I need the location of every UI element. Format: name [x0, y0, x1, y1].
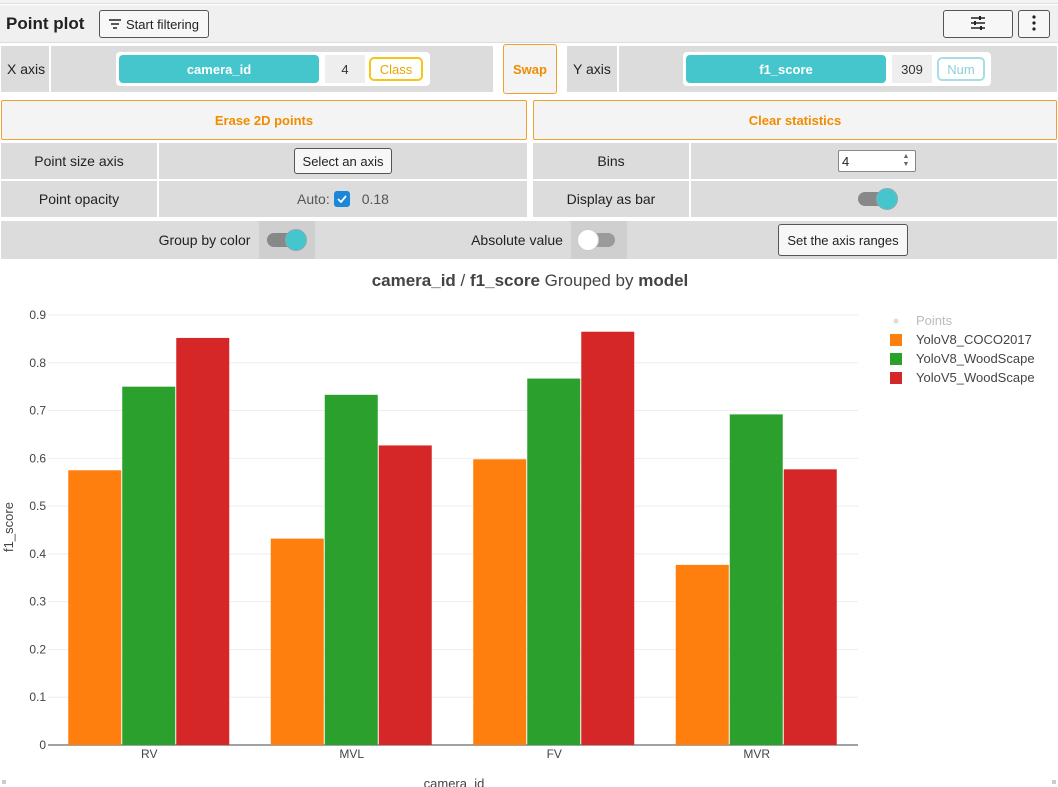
set-axis-ranges-button[interactable]: Set the axis ranges	[778, 224, 908, 256]
group-by-color-label: Group by color	[158, 232, 251, 248]
group-by-color-cell	[259, 221, 315, 259]
chart-title-x: camera_id	[372, 271, 456, 290]
y-tick-label: 0.5	[29, 499, 46, 513]
display-as-bar-label: Display as bar	[533, 181, 689, 217]
chart-title-grouped: Grouped by	[540, 271, 638, 290]
display-as-bar-cell	[691, 181, 1057, 217]
opacity-auto-label: Auto:	[297, 191, 330, 207]
bins-cell: 4 ▲ ▼	[691, 143, 1057, 179]
absolute-value-cell	[571, 221, 627, 259]
legend-item-label[interactable]: YoloV8_COCO2017	[916, 332, 1032, 347]
start-filtering-label: Start filtering	[126, 16, 199, 32]
y-axis-selector: f1_score 309 Num	[619, 46, 1057, 92]
bar-chart: camera_id / f1_score Grouped by model 0 0…	[1, 271, 1035, 787]
x-axis-selector: camera_id 4 Class	[51, 46, 493, 92]
legend-item-label[interactable]: YoloV8_WoodScape	[916, 351, 1035, 366]
bar-YoloV5_WoodScape-RV[interactable]	[176, 337, 230, 745]
y-tick-label: 0.2	[29, 642, 46, 656]
scroll-marker-right	[1052, 780, 1056, 784]
absolute-value-label: Absolute value	[471, 232, 563, 248]
y-axis-type-badge: Num	[937, 57, 985, 81]
bar-YoloV5_WoodScape-FV[interactable]	[581, 331, 635, 745]
swap-axes-button[interactable]: Swap	[503, 44, 557, 94]
opacity-auto-checkbox[interactable]	[333, 191, 350, 207]
more-vertical-icon	[1032, 14, 1036, 34]
x-axis-count: 4	[325, 55, 365, 83]
legend-swatch	[890, 372, 902, 384]
x-axis-field[interactable]: camera_id	[119, 55, 319, 83]
bar-YoloV8_COCO2017-FV[interactable]	[473, 459, 527, 745]
legend: Points YoloV8_COCO2017 YoloV8_WoodScape Yol…	[890, 313, 1035, 385]
top-border	[0, 0, 1058, 4]
x-axis-type-badge: Class	[369, 57, 423, 81]
absolute-value-toggle[interactable]	[577, 229, 619, 251]
display-as-bar-toggle[interactable]	[858, 188, 898, 210]
grouping-options-row: Group by color Absolute value Set the ax…	[1, 221, 1057, 259]
chart-title-sep: /	[456, 271, 470, 290]
legend-swatch	[890, 353, 902, 365]
bar-YoloV8_WoodScape-MVL[interactable]	[324, 394, 378, 745]
bar-YoloV8_WoodScape-RV[interactable]	[122, 386, 176, 745]
bar-YoloV8_COCO2017-MVL[interactable]	[270, 538, 324, 745]
bar-YoloV5_WoodScape-MVL[interactable]	[378, 445, 432, 745]
settings-button[interactable]	[943, 10, 1013, 38]
start-filtering-button[interactable]: Start filtering	[99, 10, 209, 38]
chart-title: camera_id / f1_score Grouped by model	[372, 271, 689, 290]
group-by-color-toggle[interactable]	[267, 229, 307, 251]
bar-YoloV8_WoodScape-MVR[interactable]	[729, 414, 783, 745]
clear-statistics-button[interactable]: Clear statistics	[533, 100, 1057, 140]
y-tick-label: 0.3	[29, 595, 46, 609]
y-tick-label: 0.6	[29, 451, 46, 465]
x-tick-label: FV	[547, 747, 562, 761]
bins-input[interactable]: 4 ▲ ▼	[838, 150, 916, 172]
x-tick-label: MVL	[339, 747, 364, 761]
chart-title-y: f1_score	[470, 271, 540, 290]
y-axis-label: Y axis	[567, 46, 617, 92]
select-axis-button[interactable]: Select an axis	[293, 148, 393, 174]
point-size-axis-label: Point size axis	[1, 143, 157, 179]
x-axis-select-box[interactable]: camera_id 4 Class	[116, 52, 430, 86]
opacity-value: 0.18	[361, 191, 389, 207]
erase-2d-points-button[interactable]: Erase 2D points	[1, 100, 527, 140]
y-axis-title: f1_score	[1, 502, 16, 552]
bins-label: Bins	[533, 143, 689, 179]
legend-points-marker	[893, 318, 899, 324]
bar-YoloV8_WoodScape-FV[interactable]	[527, 378, 581, 745]
legend-swatch	[890, 334, 902, 346]
y-tick-label: 0.7	[29, 404, 46, 418]
point-opacity-cell: Auto: 0.18	[159, 181, 527, 217]
legend-item-label[interactable]: YoloV5_WoodScape	[916, 370, 1035, 385]
y-axis-field[interactable]: f1_score	[686, 55, 886, 83]
x-axis-title: camera_id	[424, 776, 485, 787]
check-icon	[337, 195, 347, 203]
y-tick-label: 0.4	[29, 547, 46, 561]
sliders-icon	[970, 15, 986, 33]
chart-title-group: model	[638, 271, 688, 290]
more-menu-button[interactable]	[1018, 10, 1050, 38]
y-tick-label: 0.8	[29, 356, 46, 370]
y-tick-label: 0	[39, 738, 46, 752]
filter-icon	[109, 17, 121, 32]
bar-YoloV8_COCO2017-MVR[interactable]	[675, 564, 729, 745]
x-tick-label: RV	[141, 747, 157, 761]
header-bar: Point plot Start filtering	[0, 5, 1058, 43]
page-title: Point plot	[6, 14, 85, 33]
bins-value: 4	[842, 153, 850, 169]
bins-spinner[interactable]: ▲ ▼	[900, 153, 912, 169]
point-size-axis-cell: Select an axis	[159, 143, 527, 179]
chart-area: camera_id / f1_score Grouped by model 0 0…	[0, 262, 1058, 787]
y-tick-label: 0.9	[29, 308, 46, 322]
y-axis-select-box[interactable]: f1_score 309 Num	[683, 52, 991, 86]
point-opacity-label: Point opacity	[1, 181, 157, 217]
x-axis-label: X axis	[1, 46, 49, 92]
x-tick-label: MVR	[743, 747, 770, 761]
y-tick-label: 0.1	[29, 690, 46, 704]
scroll-marker-left	[2, 780, 6, 784]
bar-YoloV5_WoodScape-MVR[interactable]	[783, 469, 837, 745]
legend-points-label[interactable]: Points	[916, 313, 953, 328]
y-axis-count: 309	[892, 55, 932, 83]
bar-YoloV8_COCO2017-RV[interactable]	[68, 470, 122, 745]
